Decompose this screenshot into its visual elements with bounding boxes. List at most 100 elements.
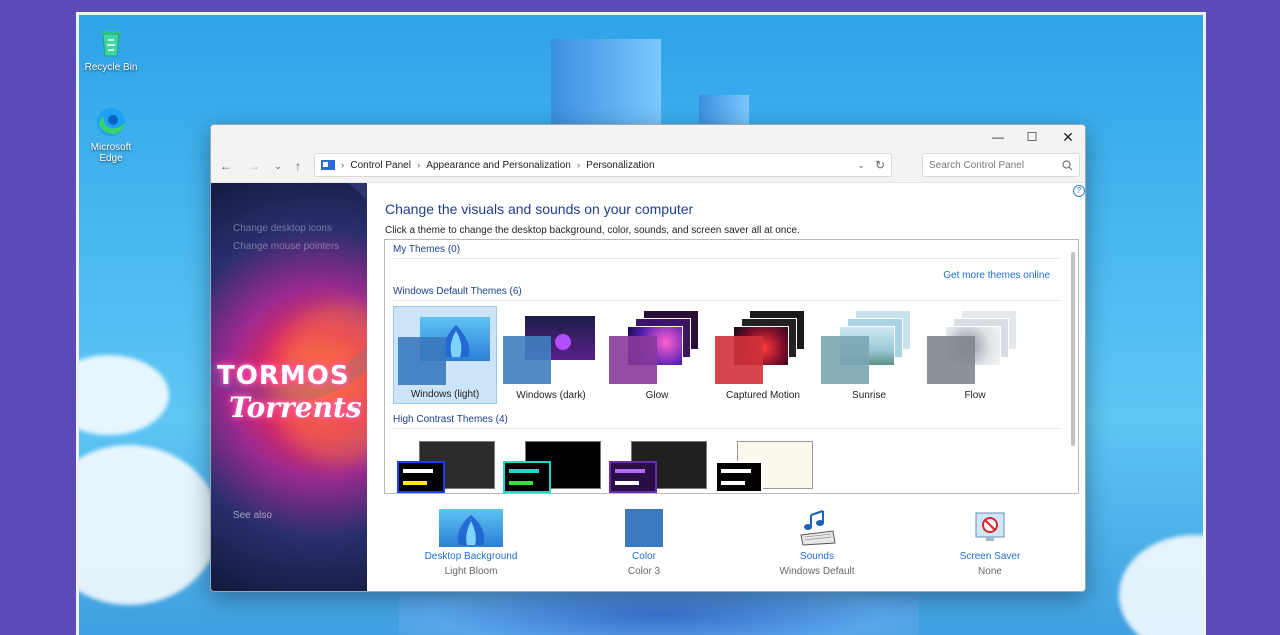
recycle-bin-icon bbox=[94, 25, 128, 59]
contrast-bar bbox=[615, 469, 645, 473]
theme-color-swatch bbox=[821, 336, 869, 384]
breadcrumb-appearance[interactable]: Appearance and Personalization bbox=[426, 160, 571, 171]
setting-title: Desktop Background bbox=[424, 551, 518, 562]
theme-label: Glow bbox=[645, 390, 669, 401]
setting-title: Sounds bbox=[800, 551, 834, 562]
setting-value: Windows Default bbox=[779, 566, 855, 577]
theme-preview-accent bbox=[555, 334, 571, 350]
contrast-bar bbox=[615, 481, 639, 485]
group-divider bbox=[393, 258, 1060, 259]
desktop-icon-recycle-bin[interactable]: Recycle Bin bbox=[81, 25, 141, 73]
theme-windows-dark[interactable]: Windows (dark) bbox=[499, 306, 603, 404]
search-input[interactable]: Search Control Panel bbox=[922, 153, 1080, 177]
wallpaper-cloud bbox=[79, 355, 169, 435]
setting-value: Color 3 bbox=[627, 566, 661, 577]
contrast-bar bbox=[509, 469, 539, 473]
theme-color-swatch bbox=[503, 336, 551, 384]
contrast-bar bbox=[403, 481, 427, 485]
default-themes-header: Windows Default Themes (6) bbox=[393, 286, 522, 297]
search-placeholder: Search Control Panel bbox=[929, 160, 1025, 171]
theme-captured-motion[interactable]: Captured Motion bbox=[711, 306, 815, 404]
main-content: ? Change the visuals and sounds on your … bbox=[367, 183, 1085, 591]
music-notes-icon bbox=[800, 510, 836, 546]
refresh-icon[interactable]: ↻ bbox=[875, 158, 885, 172]
page-description: Click a theme to change the desktop back… bbox=[385, 225, 800, 236]
theme-color-swatch bbox=[503, 461, 551, 493]
title-bar[interactable]: — ☐ ✕ bbox=[211, 125, 1085, 149]
contrast-bar bbox=[721, 481, 745, 485]
close-button[interactable]: ✕ bbox=[1053, 128, 1083, 146]
back-arrow-icon[interactable]: ← bbox=[218, 158, 234, 174]
recent-locations-chevron-icon[interactable]: ⌄ bbox=[270, 158, 286, 174]
theme-high-contrast-4[interactable] bbox=[711, 441, 813, 493]
theme-sunrise[interactable]: Sunrise bbox=[817, 306, 921, 404]
theme-label: Windows (dark) bbox=[516, 390, 586, 401]
theme-color-swatch bbox=[398, 337, 446, 385]
address-bar[interactable]: › Control Panel › Appearance and Persona… bbox=[314, 153, 892, 177]
breadcrumb-separator: › bbox=[576, 159, 581, 171]
sidebar-link-mouse-pointers[interactable]: Change mouse pointers bbox=[233, 241, 339, 252]
theme-color-swatch bbox=[397, 461, 445, 493]
contrast-bar bbox=[509, 481, 533, 485]
address-dropdown-icon[interactable]: ⌄ bbox=[857, 160, 865, 171]
theme-color-swatch bbox=[927, 336, 975, 384]
setting-value: Light Bloom bbox=[444, 566, 498, 577]
watermark-logo-top: TORMOS bbox=[217, 361, 350, 391]
setting-title: Screen Saver bbox=[959, 551, 1021, 562]
breadcrumb-separator: › bbox=[341, 159, 345, 171]
theme-color-swatch bbox=[715, 461, 763, 493]
search-icon bbox=[1062, 160, 1073, 171]
theme-windows-light[interactable]: Windows (light) bbox=[393, 306, 497, 404]
desktop-icon-label: Recycle Bin bbox=[84, 62, 138, 73]
theme-high-contrast-1[interactable] bbox=[393, 441, 495, 493]
minimize-button[interactable]: — bbox=[983, 128, 1013, 146]
desktop-background-setting[interactable]: Desktop Background Light Bloom bbox=[411, 509, 531, 577]
desktop-icon-label: Microsoft Edge bbox=[90, 142, 132, 164]
group-divider bbox=[393, 300, 1060, 301]
theme-flow[interactable]: Flow bbox=[923, 306, 1027, 404]
theme-high-contrast-3[interactable] bbox=[605, 441, 707, 493]
personalization-window: — ☐ ✕ ← → ⌄ ↑ › Control Panel › Appearan… bbox=[210, 124, 1086, 592]
screen-saver-setting[interactable]: Screen Saver None bbox=[930, 509, 1050, 577]
setting-title: Color bbox=[632, 551, 656, 562]
theme-glow[interactable]: Glow bbox=[605, 306, 709, 404]
breadcrumb-control-panel[interactable]: Control Panel bbox=[350, 160, 411, 171]
theme-label: Sunrise bbox=[852, 390, 886, 401]
edge-icon bbox=[94, 105, 128, 139]
group-divider bbox=[393, 428, 1060, 429]
see-also-label: See also bbox=[233, 510, 272, 521]
theme-label: Captured Motion bbox=[726, 390, 800, 401]
theme-high-contrast-2[interactable] bbox=[499, 441, 601, 493]
up-arrow-icon[interactable]: ↑ bbox=[290, 158, 306, 174]
themes-list: My Themes (0) Get more themes online Win… bbox=[384, 239, 1079, 494]
desktop-icon-edge[interactable]: Microsoft Edge bbox=[81, 105, 141, 164]
wallpaper-tower bbox=[551, 39, 661, 129]
theme-color-swatch bbox=[715, 336, 763, 384]
wallpaper-cloud bbox=[1119, 535, 1203, 635]
scrollbar-thumb[interactable] bbox=[1071, 252, 1075, 446]
sidebar-link-desktop-icons[interactable]: Change desktop icons bbox=[233, 223, 332, 234]
breadcrumb-separator: › bbox=[416, 159, 421, 171]
theme-label: Flow bbox=[964, 390, 986, 401]
wallpaper-cloud bbox=[79, 445, 219, 605]
contrast-bar bbox=[721, 469, 751, 473]
sidebar: Change desktop icons Change mouse pointe… bbox=[211, 183, 367, 591]
theme-color-swatch bbox=[609, 461, 657, 493]
high-contrast-header: High Contrast Themes (4) bbox=[393, 414, 508, 425]
control-panel-icon bbox=[321, 160, 335, 170]
theme-label: Windows (light) bbox=[410, 389, 480, 400]
breadcrumb-personalization[interactable]: Personalization bbox=[586, 160, 654, 171]
maximize-button[interactable]: ☐ bbox=[1017, 128, 1047, 146]
desktop-background-icon bbox=[439, 509, 503, 547]
get-more-themes-link[interactable]: Get more themes online bbox=[943, 270, 1050, 281]
setting-value: None bbox=[978, 566, 1002, 577]
contrast-bar bbox=[403, 469, 433, 473]
color-swatch-icon bbox=[625, 509, 663, 547]
sounds-setting[interactable]: Sounds Windows Default bbox=[757, 509, 877, 577]
theme-color-swatch bbox=[609, 336, 657, 384]
forward-arrow-icon[interactable]: → bbox=[246, 158, 262, 174]
color-setting[interactable]: Color Color 3 bbox=[584, 509, 704, 577]
page-title: Change the visuals and sounds on your co… bbox=[385, 201, 694, 217]
screen-saver-icon bbox=[975, 512, 1005, 541]
help-icon[interactable]: ? bbox=[1073, 185, 1085, 197]
